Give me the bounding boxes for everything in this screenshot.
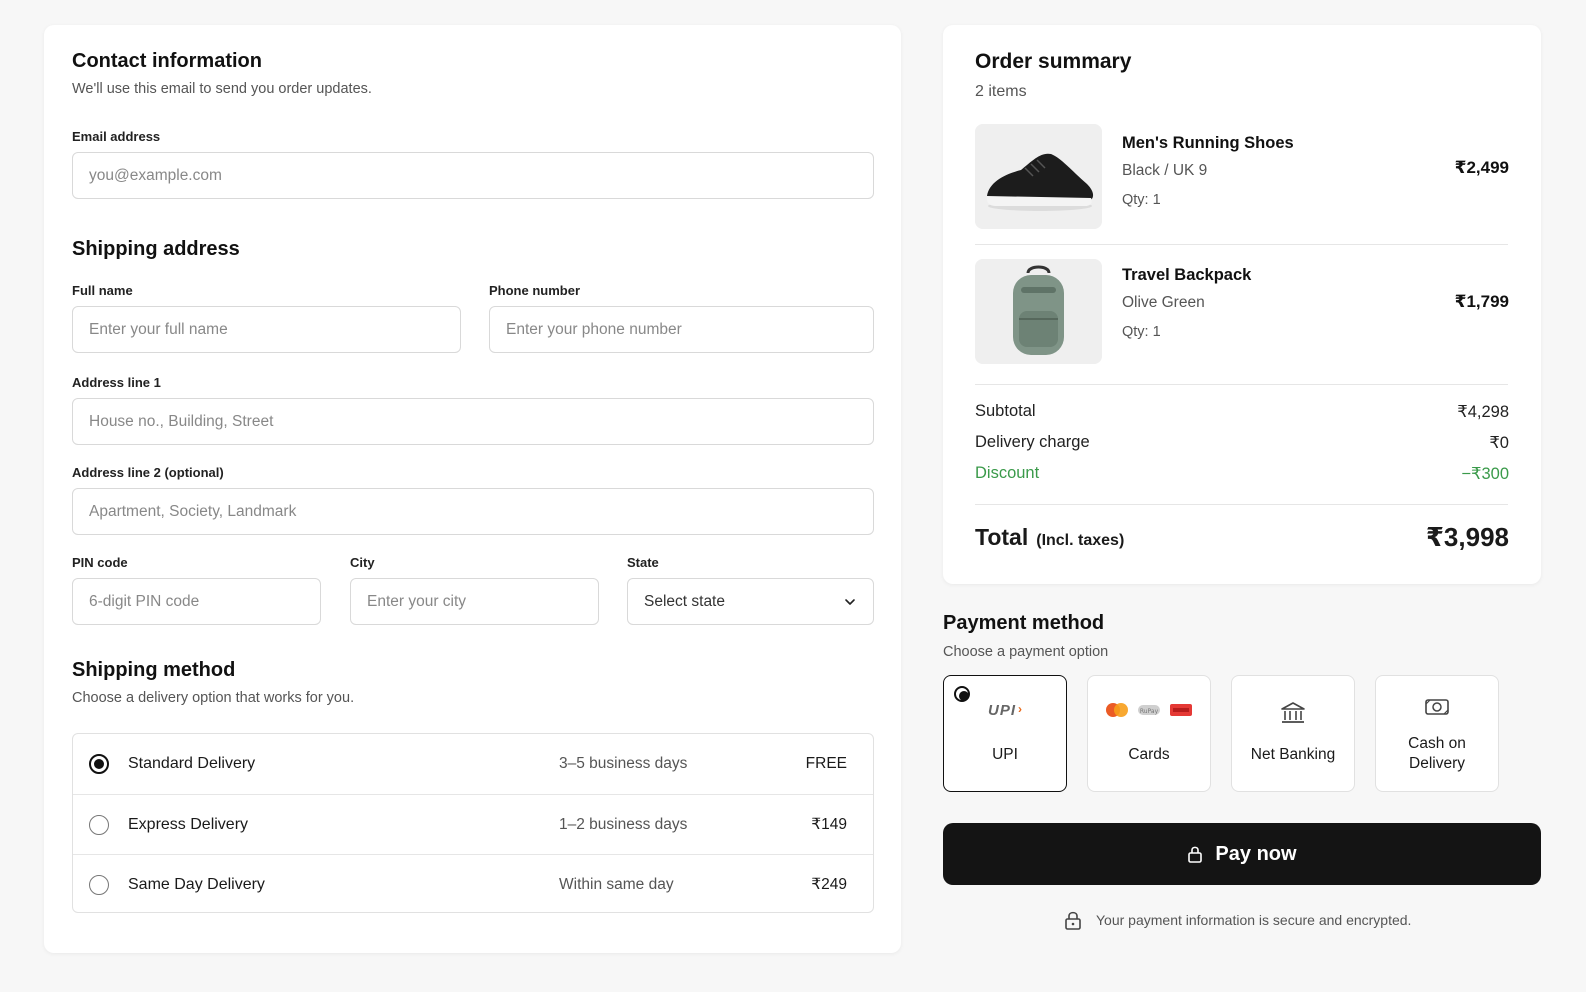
email-input[interactable] (72, 152, 874, 199)
order-summary-card: Order summary 2 items Men's Running Shoe… (943, 25, 1541, 584)
product-qty: Qty: 1 (1122, 324, 1161, 340)
upi-logo: UPI › (987, 702, 1022, 719)
shipping-method-title: Shipping method (72, 659, 236, 681)
shipping-option-price: ₹149 (811, 816, 847, 833)
divider (975, 504, 1508, 505)
radio-unselected[interactable] (89, 814, 109, 835)
subtotal-value: ₹4,298 (1457, 403, 1509, 421)
phone-label: Phone number (489, 283, 581, 298)
payment-option-cod[interactable]: Cash on Delivery (1375, 675, 1499, 792)
shipping-options: Standard Delivery 3–5 business days FREE… (72, 733, 874, 913)
state-select-value: Select state (644, 592, 725, 610)
shipping-option-express[interactable]: Express Delivery 1–2 business days ₹149 (73, 794, 873, 854)
shoe-image (975, 124, 1102, 229)
cash-icon (1376, 696, 1498, 718)
shipping-option-standard[interactable]: Standard Delivery 3–5 business days FREE (73, 734, 873, 794)
payment-method-title: Payment method (943, 612, 1105, 634)
address1-input[interactable] (72, 398, 874, 445)
radio-selected[interactable] (954, 686, 970, 702)
shipping-option-time: 3–5 business days (559, 755, 688, 772)
bank-icon (1232, 700, 1354, 726)
shipping-option-name: Same Day Delivery (128, 875, 265, 893)
contact-subtitle: We'll use this email to send you order u… (72, 81, 372, 97)
delivery-value: ₹0 (1489, 434, 1509, 452)
backpack-image (975, 259, 1102, 364)
full-name-input[interactable] (72, 306, 461, 353)
contact-title: Contact information (72, 50, 262, 72)
payment-option-upi[interactable]: UPI › UPI (943, 675, 1067, 792)
email-label: Email address (72, 129, 161, 144)
discount-label: Discount (975, 464, 1040, 482)
state-select[interactable]: Select state (627, 578, 874, 625)
lock-icon (1188, 846, 1203, 863)
shipping-option-time: Within same day (559, 875, 674, 893)
shipping-address-title: Shipping address (72, 238, 240, 260)
item-count: 2 items (975, 83, 1027, 100)
address2-label: Address line 2 (optional) (72, 465, 224, 480)
city-input[interactable] (350, 578, 599, 625)
lock-icon (1065, 911, 1081, 930)
pin-label: PIN code (72, 555, 128, 570)
divider (975, 384, 1508, 385)
payment-option-label: UPI (992, 746, 1018, 763)
shipping-option-time: 1–2 business days (559, 815, 688, 833)
shipping-option-price: FREE (805, 755, 847, 772)
full-name-label: Full name (72, 283, 133, 298)
payment-option-label: Cash on Delivery (1408, 735, 1466, 772)
product-name: Travel Backpack (1122, 266, 1252, 284)
discount-value: −₹300 (1461, 465, 1509, 483)
payment-option-cards[interactable]: RuPay Cards (1087, 675, 1211, 792)
city-label: City (350, 555, 375, 570)
shipping-option-same-day[interactable]: Same Day Delivery Within same day ₹249 (73, 854, 873, 912)
chevron-down-icon (845, 598, 855, 605)
secure-note: Your payment information is secure and e… (1064, 910, 1411, 930)
svg-text:RuPay: RuPay (1140, 708, 1159, 715)
product-price: ₹1,799 (1454, 292, 1509, 311)
product-variant: Black / UK 9 (1122, 162, 1208, 179)
pay-now-label: Pay now (1215, 842, 1297, 865)
product-name: Men's Running Shoes (1122, 134, 1294, 152)
payment-option-net-banking[interactable]: Net Banking (1231, 675, 1355, 792)
payment-method-subtitle: Choose a payment option (943, 644, 1109, 660)
divider (975, 244, 1508, 245)
shipping-option-price: ₹249 (811, 876, 847, 893)
shipping-option-name: Express Delivery (128, 815, 249, 833)
payment-option-label: Cards (1128, 746, 1170, 763)
pin-input[interactable] (72, 578, 321, 625)
address2-input[interactable] (72, 488, 874, 535)
payment-option-label: Net Banking (1250, 746, 1336, 763)
pay-now-button[interactable]: Pay now (943, 823, 1541, 885)
state-label: State (627, 555, 659, 570)
radio-unselected[interactable] (89, 874, 109, 895)
card-brands-icon: RuPay (1088, 702, 1210, 718)
address1-label: Address line 1 (72, 375, 161, 390)
product-qty: Qty: 1 (1122, 192, 1161, 208)
phone-input[interactable] (489, 306, 874, 353)
secure-note-text: Your payment information is secure and e… (1096, 912, 1412, 928)
shipping-option-name: Standard Delivery (128, 755, 256, 772)
total-note: (Incl. taxes) (1036, 532, 1125, 549)
product-price: ₹2,499 (1454, 158, 1509, 177)
delivery-label: Delivery charge (975, 433, 1090, 451)
total-row: Total (Incl. taxes) (975, 524, 1124, 551)
radio-selected[interactable] (89, 754, 109, 774)
total-label: Total (975, 524, 1029, 550)
total-value: ₹3,998 (1425, 522, 1509, 552)
checkout-form-card: Contact information We'll use this email… (44, 25, 901, 953)
shipping-method-subtitle: Choose a delivery option that works for … (72, 690, 355, 706)
order-summary-title: Order summary (975, 50, 1132, 73)
product-variant: Olive Green (1122, 294, 1205, 311)
subtotal-label: Subtotal (975, 402, 1036, 420)
